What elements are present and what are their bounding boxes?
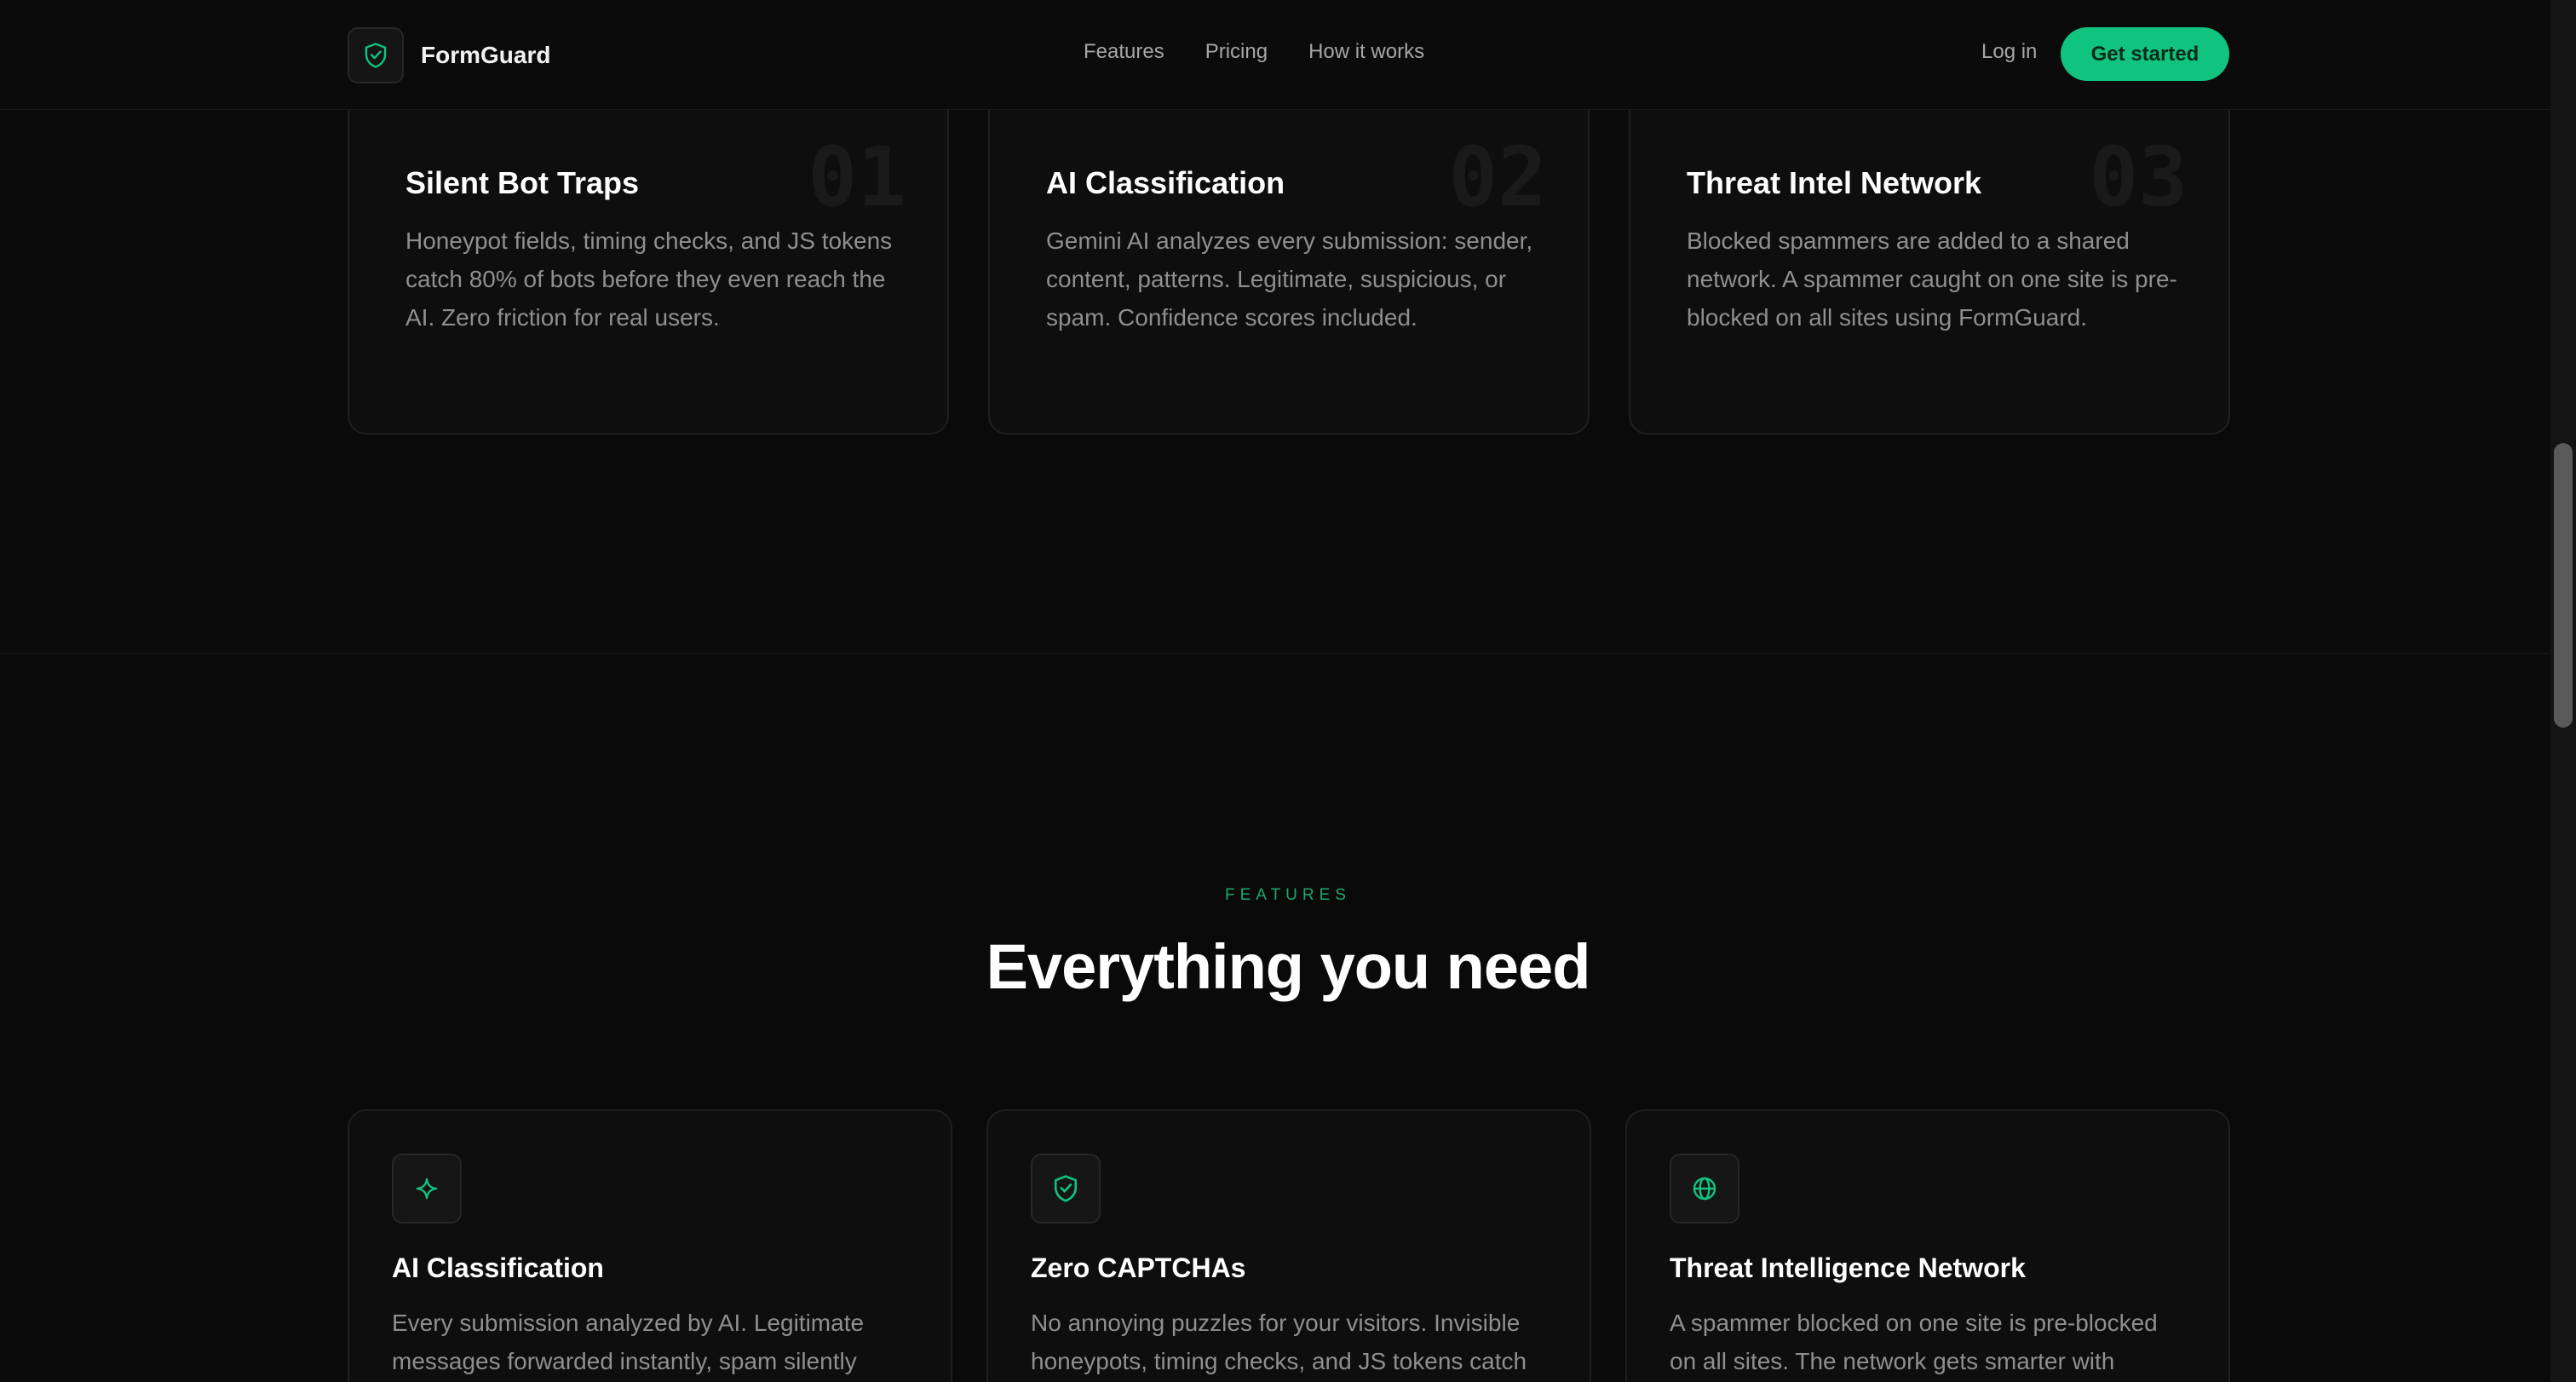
feature-title: Threat Intelligence Network	[1670, 1252, 2026, 1283]
feature-description: Every submission analyzed by AI. Legitim…	[392, 1310, 865, 1374]
login-link[interactable]: Log in	[1981, 40, 2037, 64]
step-title: Threat Intel Network	[1687, 165, 1982, 200]
brand-name: FormGuard	[421, 42, 551, 68]
feature-title: Zero CAPTCHAs	[1031, 1252, 1246, 1283]
nav-links: Features Pricing How it works	[1084, 40, 1465, 64]
step-card-1: 01 Silent Bot Traps Honeypot fields, tim…	[348, 102, 949, 435]
get-started-button[interactable]: Get started	[2061, 27, 2229, 81]
sparkle-icon	[392, 1154, 462, 1224]
shield-check-icon	[348, 27, 404, 83]
section-divider	[0, 653, 2550, 654]
step-title: Silent Bot Traps	[405, 165, 640, 200]
globe-icon	[1670, 1154, 1739, 1224]
nav-link-how-it-works[interactable]: How it works	[1308, 40, 1424, 64]
features-headline: Everything you need	[986, 931, 1591, 1002]
step-number: 02	[1448, 130, 1547, 225]
step-number: 01	[808, 130, 906, 225]
step-number: 03	[2089, 130, 2188, 225]
feature-description: A spammer blocked on one site is pre-blo…	[1670, 1310, 2158, 1374]
feature-description: No annoying puzzles for your visitors. I…	[1031, 1310, 1527, 1374]
step-title: AI Classification	[1046, 165, 1285, 200]
step-description: Honeypot fields, timing checks, and JS t…	[405, 227, 893, 331]
step-card-3: 03 Threat Intel Network Blocked spammers…	[1629, 102, 2230, 435]
step-description: Gemini AI analyzes every submission: sen…	[1046, 227, 1533, 331]
top-nav: FormGuard Features Pricing How it works …	[0, 0, 2550, 110]
brand-logo[interactable]: FormGuard	[348, 27, 550, 83]
feature-title: AI Classification	[392, 1252, 604, 1283]
scrollbar-thumb[interactable]	[2554, 443, 2573, 728]
feature-card-ai-classification: AI Classification Every submission analy…	[348, 1109, 952, 1382]
feature-card-zero-captchas: Zero CAPTCHAs No annoying puzzles for yo…	[986, 1109, 1591, 1382]
nav-link-features[interactable]: Features	[1084, 40, 1164, 64]
nav-link-pricing[interactable]: Pricing	[1205, 40, 1268, 64]
step-card-2: 02 AI Classification Gemini AI analyzes …	[988, 102, 1590, 435]
step-description: Blocked spammers are added to a shared n…	[1687, 227, 2177, 331]
features-eyebrow: FEATURES	[1225, 886, 1351, 904]
page: FormGuard Features Pricing How it works …	[0, 0, 2550, 1382]
feature-card-threat-intelligence: Threat Intelligence Network A spammer bl…	[1625, 1109, 2230, 1382]
shield-check-icon	[1031, 1154, 1101, 1224]
